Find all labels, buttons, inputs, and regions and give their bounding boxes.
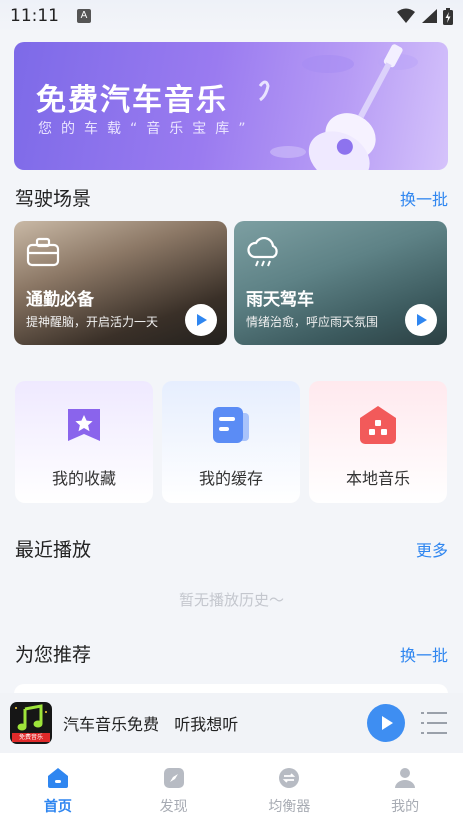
scene-title: 雨天驾车 <box>246 290 314 310</box>
recommend-section-title: 为您推荐 <box>15 644 92 666</box>
play-icon <box>382 716 393 730</box>
driving-section-title: 驾驶场景 <box>15 188 92 210</box>
recommend-refresh-button[interactable]: 换一批 <box>400 642 448 666</box>
status-indicators <box>397 7 453 25</box>
cache-tile[interactable]: 我的缓存 <box>162 381 300 503</box>
scene-subtitle: 情绪治愈，呼应雨天氛围 <box>246 315 379 329</box>
briefcase-icon <box>26 237 60 267</box>
scene-card-rain[interactable]: 雨天驾车 情绪治愈，呼应雨天氛围 <box>234 221 447 345</box>
tab-label: 均衡器 <box>268 799 311 815</box>
battery-icon <box>443 7 453 25</box>
play-icon <box>417 314 427 326</box>
notification-icon: A <box>77 9 91 23</box>
status-time: 11:11 <box>10 6 59 26</box>
local-music-tile[interactable]: 本地音乐 <box>309 381 447 503</box>
user-icon <box>395 768 416 788</box>
compass-icon <box>163 768 184 788</box>
now-playing-title: 汽车音乐免费 听我想听 <box>63 715 239 734</box>
music-note-icon <box>15 704 47 731</box>
local-house-icon <box>360 406 396 444</box>
tab-equalizer[interactable]: 均衡器 <box>232 753 348 824</box>
favorites-tile[interactable]: 我的收藏 <box>15 381 153 503</box>
play-button[interactable] <box>185 304 217 336</box>
empty-history-note: 暂无播放历史～ <box>178 591 284 609</box>
tab-label: 首页 <box>43 799 72 815</box>
tile-label: 我的缓存 <box>198 469 263 488</box>
album-cover: 免费音乐 <box>10 702 52 744</box>
scene-subtitle: 提神醒脑，开启活力一天 <box>26 315 159 329</box>
tile-label: 本地音乐 <box>345 469 410 488</box>
driving-refresh-button[interactable]: 换一批 <box>400 186 448 210</box>
scene-card-commute[interactable]: 通勤必备 提神醒脑，开启活力一天 <box>14 221 227 345</box>
playlist-icon[interactable] <box>421 711 447 735</box>
recent-section-title: 最近播放 <box>15 539 92 561</box>
signal-icon <box>422 9 437 23</box>
tab-label: 我的 <box>391 799 420 815</box>
tab-mine[interactable]: 我的 <box>347 753 463 824</box>
scene-title: 通勤必备 <box>26 290 94 310</box>
mini-player[interactable]: 免费音乐 汽车音乐免费 听我想听 <box>0 693 463 753</box>
rain-cloud-icon <box>247 237 278 267</box>
guitar-illustration <box>258 44 418 170</box>
tab-home[interactable]: 首页 <box>0 753 116 824</box>
recent-more-button[interactable]: 更多 <box>416 537 448 561</box>
wifi-icon <box>397 8 415 23</box>
play-button[interactable] <box>405 304 437 336</box>
play-icon <box>197 314 207 326</box>
promo-banner[interactable]: 免费汽车音乐 您的车载“音乐宝库” <box>14 42 448 170</box>
star-folder-icon <box>68 409 100 441</box>
tab-label: 发现 <box>159 799 188 815</box>
tile-label: 我的收藏 <box>51 469 116 488</box>
status-bar: 11:11 A <box>0 0 463 32</box>
banner-title: 免费汽车音乐 <box>36 83 228 118</box>
tab-discover[interactable]: 发现 <box>116 753 232 824</box>
cache-doc-icon <box>213 407 249 443</box>
banner-subtitle: 您的车载“音乐宝库” <box>38 121 255 137</box>
player-play-button[interactable] <box>367 704 405 742</box>
equalizer-icon <box>279 768 300 788</box>
cover-label: 免费音乐 <box>12 733 50 742</box>
bottom-tab-bar: 首页 发现 均衡器 我的 <box>0 753 463 824</box>
home-icon <box>47 768 68 788</box>
